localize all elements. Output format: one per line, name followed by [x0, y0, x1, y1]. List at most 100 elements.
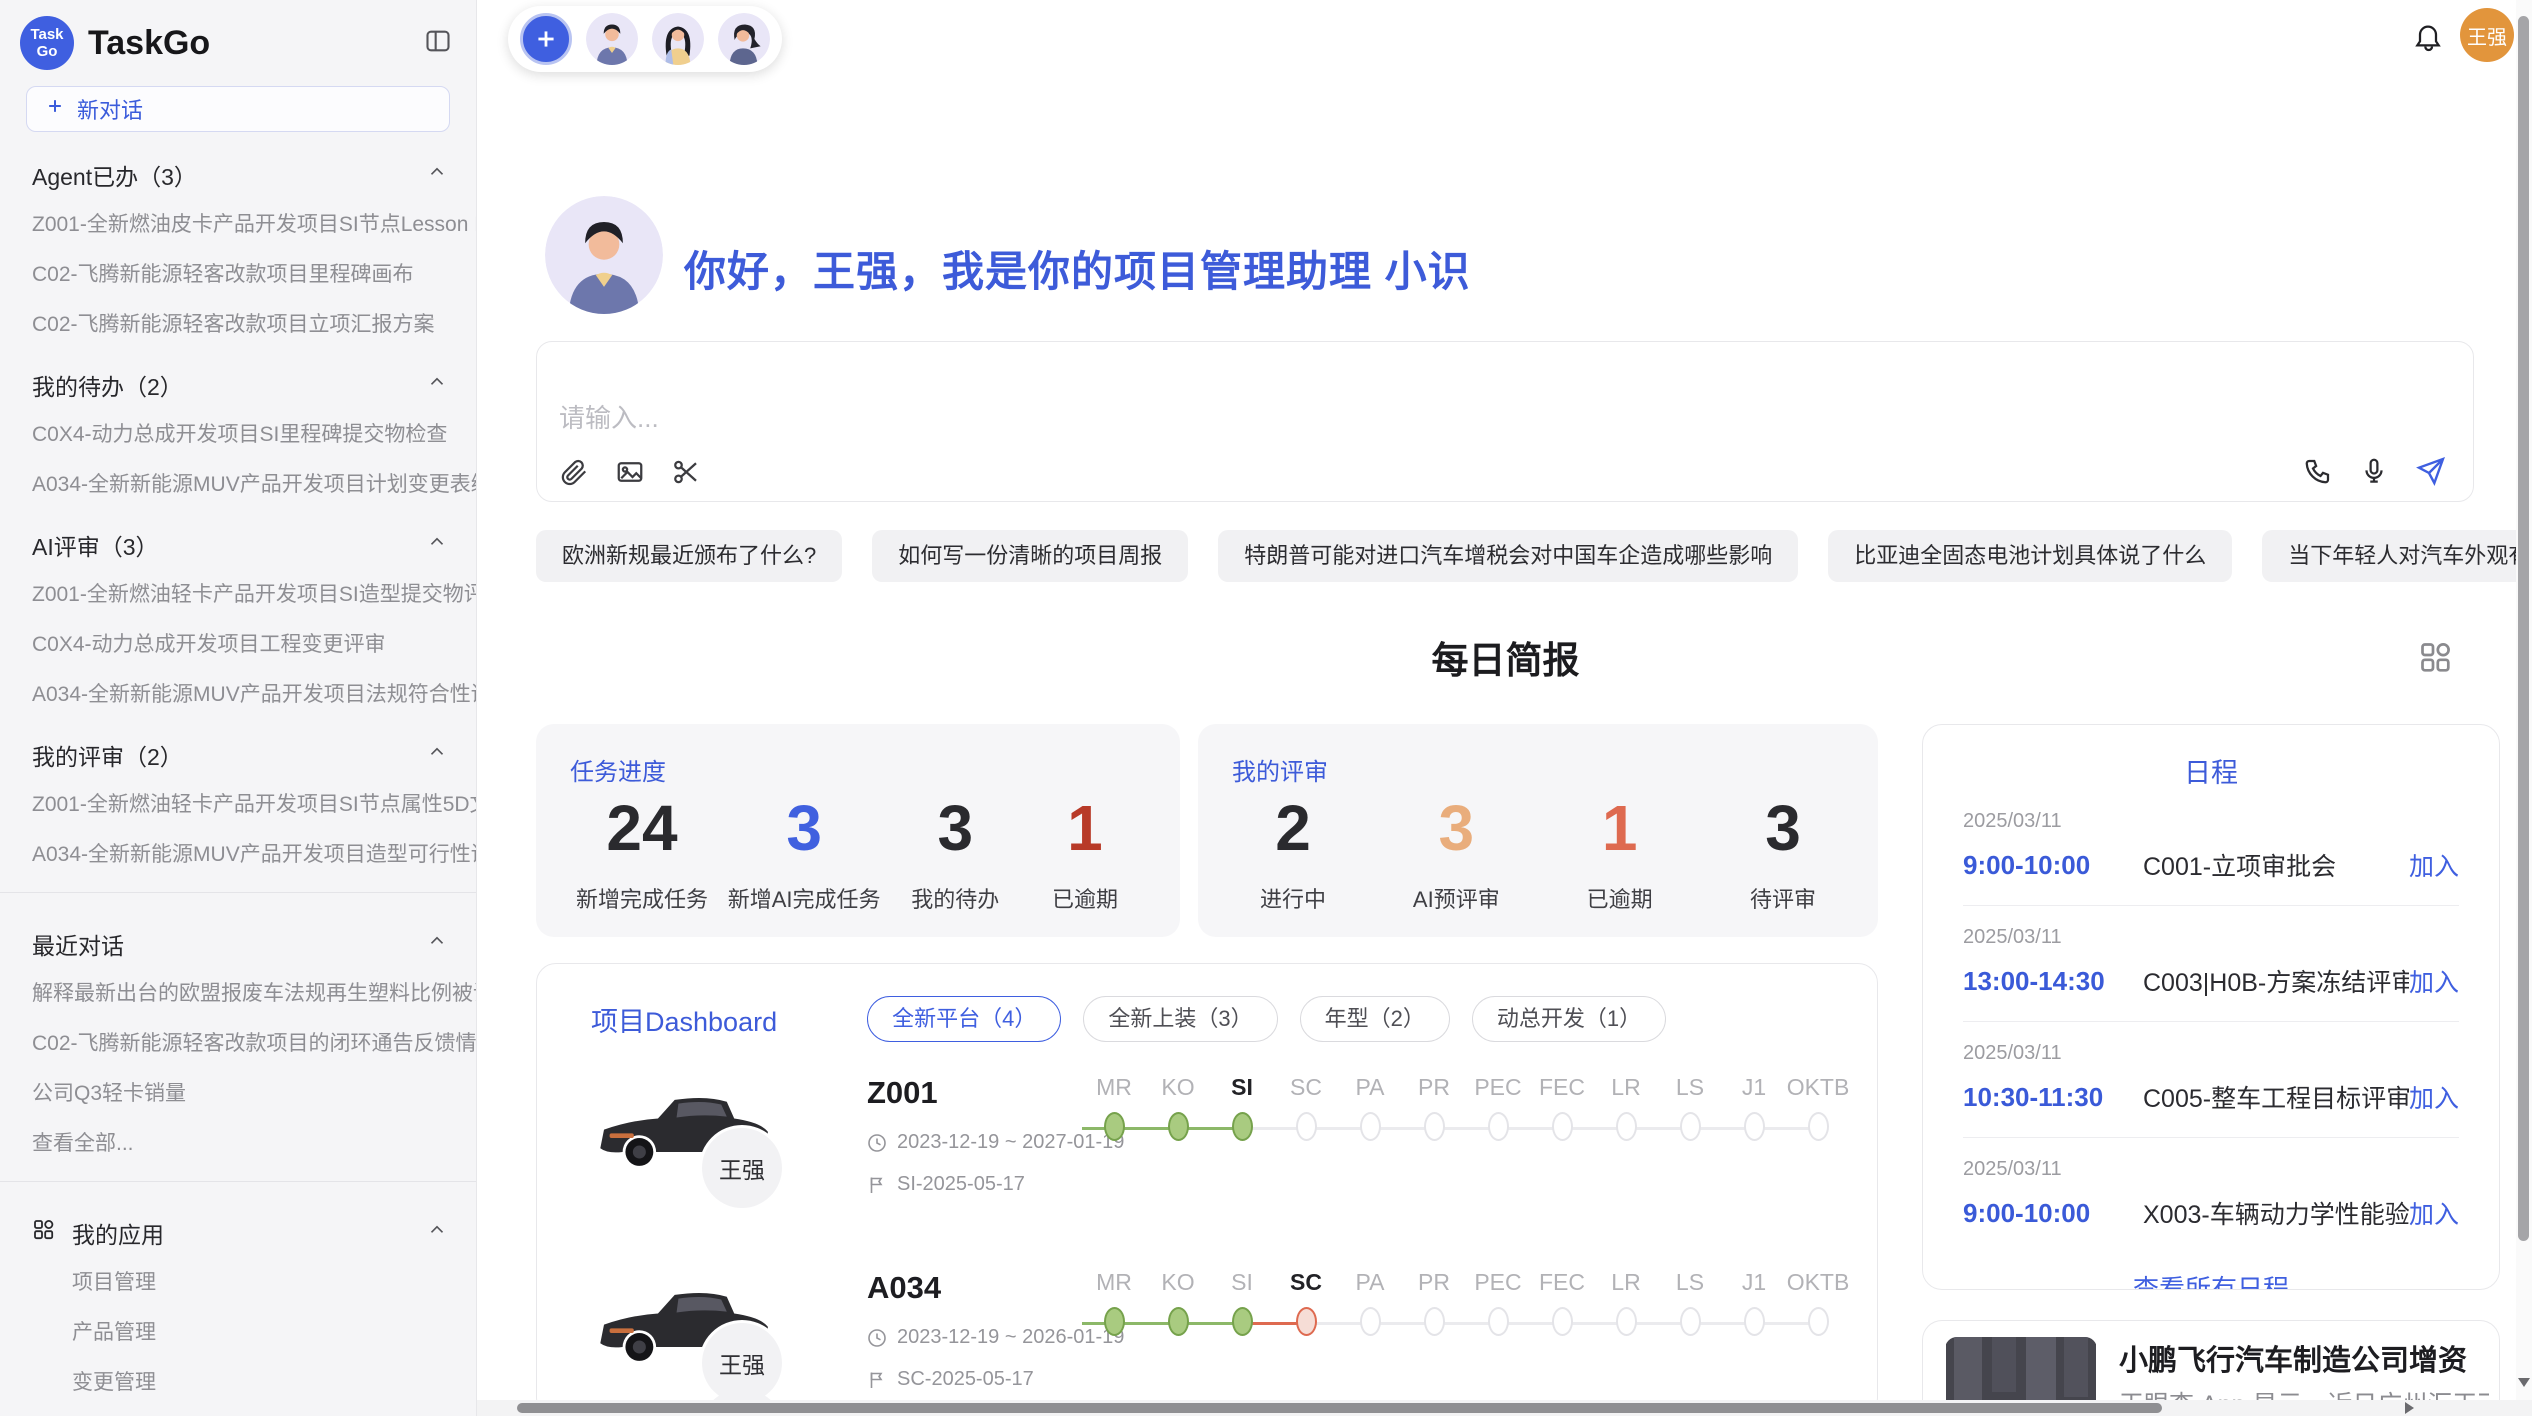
- milestone-dot-area: [1530, 1107, 1594, 1151]
- sidebar-task-item[interactable]: A034-全新新能源MUV产品开发项目法规符合性评审: [0, 668, 476, 718]
- milestone-dot-area: [1722, 1107, 1786, 1151]
- chevron-up-icon[interactable]: [426, 531, 448, 559]
- add-session-button[interactable]: [520, 13, 572, 65]
- suggestion-chip[interactable]: 特朗普可能对进口汽车增税会对中国车企造成哪些影响: [1218, 530, 1798, 582]
- project-name[interactable]: Z001: [867, 1075, 938, 1111]
- join-meeting-link[interactable]: 加入: [2409, 847, 2459, 883]
- app-item[interactable]: 查看全部...: [0, 1406, 476, 1416]
- recent-chat-item[interactable]: 解释最新出台的欧盟报废车法规再生塑料比例被调至15%...: [0, 967, 476, 1017]
- scissors-icon[interactable]: [671, 457, 701, 487]
- suggestion-chip[interactable]: 如何写一份清晰的项目周报: [872, 530, 1188, 582]
- milestone-label: PR: [1402, 1262, 1466, 1302]
- milestone-dot[interactable]: [1360, 1112, 1381, 1141]
- sidebar-task-item[interactable]: C02-飞腾新能源轻客改款项目里程碑画布: [0, 248, 476, 298]
- suggestion-chip[interactable]: 欧洲新规最近颁布了什么?: [536, 530, 842, 582]
- dashboard-filter[interactable]: 全新平台（4）: [867, 996, 1061, 1042]
- sidebar-section-my-apps[interactable]: 我的应用: [0, 1196, 476, 1256]
- chevron-up-icon[interactable]: [426, 930, 448, 958]
- sidebar-section-recent-chats[interactable]: 最近对话: [0, 907, 476, 967]
- app-item[interactable]: 变更管理: [0, 1356, 476, 1406]
- milestone-dot[interactable]: [1616, 1307, 1637, 1336]
- app-logo: Task Go: [20, 16, 74, 70]
- milestone-MR: MR: [1082, 1067, 1146, 1151]
- sidebar-task-item[interactable]: C02-飞腾新能源轻客改款项目立项汇报方案: [0, 298, 476, 348]
- sidebar-task-item[interactable]: A034-全新新能源MUV产品开发项目造型可行性评审: [0, 828, 476, 878]
- send-message-icon[interactable]: [2415, 455, 2447, 487]
- recent-chat-item[interactable]: 公司Q3轻卡销量: [0, 1067, 476, 1117]
- milestone-dot[interactable]: [1168, 1112, 1189, 1141]
- join-meeting-link[interactable]: 加入: [2409, 963, 2459, 999]
- recent-chat-item[interactable]: 查看全部...: [0, 1117, 476, 1167]
- view-all-schedule-link[interactable]: 查看所有日程: [1923, 1269, 2499, 1290]
- milestone-dot[interactable]: [1488, 1112, 1509, 1141]
- avatar-woman-ponytail[interactable]: [718, 13, 770, 65]
- milestone-dot[interactable]: [1424, 1112, 1445, 1141]
- join-meeting-link[interactable]: 加入: [2409, 1195, 2459, 1231]
- sidebar-task-item[interactable]: C0X4-动力总成开发项目工程变更评审: [0, 618, 476, 668]
- sidebar-task-item[interactable]: A034-全新新能源MUV产品开发项目计划变更表编写: [0, 458, 476, 508]
- avatar-woman-long-hair[interactable]: [652, 13, 704, 65]
- scroll-right-arrow[interactable]: [2405, 1402, 2414, 1414]
- milestone-dot[interactable]: [1424, 1307, 1445, 1336]
- sidebar-section-tasks-3[interactable]: 我的评审（2）: [0, 718, 476, 778]
- milestone-J1: J1: [1722, 1262, 1786, 1346]
- chevron-up-icon[interactable]: [426, 1219, 448, 1247]
- milestone-dot[interactable]: [1616, 1112, 1637, 1141]
- sidebar-task-item[interactable]: Z001-全新燃油皮卡产品开发项目SI节点Lesson Learn报告: [0, 198, 476, 248]
- sidebar-task-item[interactable]: Z001-全新燃油轻卡产品开发项目SI节点属性5D文件评审: [0, 778, 476, 828]
- dashboard-filter[interactable]: 全新上装（3）: [1083, 996, 1277, 1042]
- milestone-dot[interactable]: [1808, 1112, 1829, 1141]
- microphone-icon[interactable]: [2359, 456, 2389, 486]
- project-owner-badge[interactable]: 王强: [699, 1125, 785, 1211]
- chevron-up-icon[interactable]: [426, 161, 448, 189]
- milestone-dot[interactable]: [1104, 1307, 1125, 1336]
- notifications-bell-icon[interactable]: [2412, 20, 2444, 57]
- project-dashboard-card: 项目Dashboard 全新平台（4）全新上装（3）年型（2）动总开发（1） 王…: [536, 963, 1878, 1416]
- sidebar-section-tasks-0[interactable]: Agent已办（3）: [0, 138, 476, 198]
- milestone-dot[interactable]: [1296, 1112, 1317, 1141]
- voice-call-icon[interactable]: [2303, 456, 2333, 486]
- recent-chat-item[interactable]: C02-飞腾新能源轻客改款项目的闭环通告反馈情况: [0, 1017, 476, 1067]
- milestone-dot[interactable]: [1232, 1112, 1253, 1141]
- chat-input[interactable]: [559, 398, 2259, 450]
- dashboard-filter[interactable]: 动总开发（1）: [1472, 996, 1666, 1042]
- project-name[interactable]: A034: [867, 1270, 941, 1306]
- milestone-dot[interactable]: [1296, 1307, 1317, 1336]
- sidebar-section-tasks-2[interactable]: AI评审（3）: [0, 508, 476, 568]
- section-label: 我的评审（2）: [32, 744, 183, 770]
- chevron-up-icon[interactable]: [426, 741, 448, 769]
- sidebar-section-tasks-1[interactable]: 我的待办（2）: [0, 348, 476, 408]
- join-meeting-link[interactable]: 加入: [2409, 1079, 2459, 1115]
- milestone-dot[interactable]: [1488, 1307, 1509, 1336]
- app-item[interactable]: 产品管理: [0, 1306, 476, 1356]
- milestone-dot[interactable]: [1552, 1112, 1573, 1141]
- milestone-dot[interactable]: [1232, 1307, 1253, 1336]
- milestone-dot[interactable]: [1808, 1307, 1829, 1336]
- attach-file-icon[interactable]: [559, 457, 589, 487]
- sidebar-task-item[interactable]: C0X4-动力总成开发项目SI里程碑提交物检查: [0, 408, 476, 458]
- milestone-dot[interactable]: [1360, 1307, 1381, 1336]
- milestone-dot[interactable]: [1680, 1307, 1701, 1336]
- scroll-down-arrow[interactable]: [2518, 1378, 2530, 1387]
- insert-image-icon[interactable]: [615, 457, 645, 487]
- avatar-man[interactable]: [586, 13, 638, 65]
- milestone-dot[interactable]: [1744, 1112, 1765, 1141]
- briefing-layout-icon[interactable]: [2418, 640, 2454, 681]
- horizontal-scrollbar-thumb[interactable]: [517, 1403, 2162, 1413]
- user-avatar[interactable]: 王强: [2460, 8, 2514, 62]
- vertical-scrollbar-thumb[interactable]: [2518, 16, 2529, 1241]
- app-title: TaskGo: [88, 24, 424, 63]
- new-chat-button[interactable]: 新对话: [26, 86, 450, 132]
- milestone-dot[interactable]: [1552, 1307, 1573, 1336]
- suggestion-chip[interactable]: 当下年轻人对汽车外观有怎样的喜好趋势: [2262, 530, 2532, 582]
- dashboard-filter[interactable]: 年型（2）: [1300, 996, 1450, 1042]
- milestone-dot[interactable]: [1744, 1307, 1765, 1336]
- chevron-up-icon[interactable]: [426, 371, 448, 399]
- sidebar-task-item[interactable]: Z001-全新燃油轻卡产品开发项目SI造型提交物评审: [0, 568, 476, 618]
- app-item[interactable]: 项目管理: [0, 1256, 476, 1306]
- milestone-dot[interactable]: [1104, 1112, 1125, 1141]
- collapse-sidebar-icon[interactable]: [424, 27, 452, 60]
- milestone-dot[interactable]: [1168, 1307, 1189, 1336]
- suggestion-chip[interactable]: 比亚迪全固态电池计划具体说了什么: [1828, 530, 2232, 582]
- milestone-dot[interactable]: [1680, 1112, 1701, 1141]
